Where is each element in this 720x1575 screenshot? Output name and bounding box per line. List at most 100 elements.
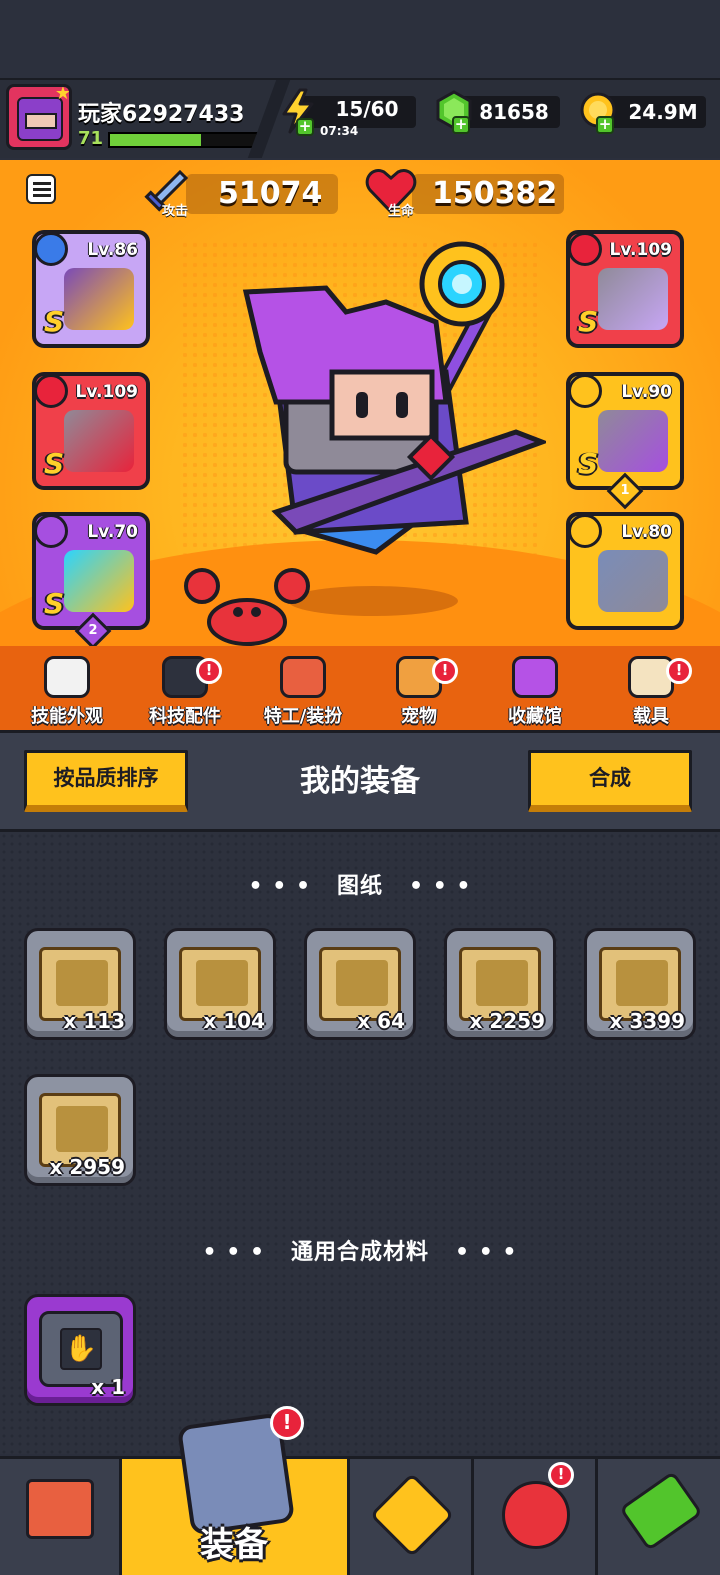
nav-label: 特工/装扮 xyxy=(263,706,343,727)
blueprint-card[interactable]: x 104 xyxy=(164,928,276,1040)
energy-add-icon[interactable]: + xyxy=(296,118,314,136)
hp-value: 150382 xyxy=(432,176,558,211)
gold-value: 24.9M xyxy=(628,100,698,124)
slot-grade: S xyxy=(578,447,599,480)
hp-label: 生命 xyxy=(388,204,415,219)
slot-level: Lv.109 xyxy=(609,240,672,260)
crab-pet[interactable] xyxy=(182,566,312,650)
gloves-star-count: 2 xyxy=(88,623,98,638)
gem-value: 81658 xyxy=(479,100,549,124)
vehicles-alert-badge: ! xyxy=(666,658,692,684)
materials-section-title: • • • 通用合成材料 • • • xyxy=(0,1234,720,1266)
avatar-star-icon: ★ xyxy=(54,84,71,104)
bottom-nav-equipment[interactable]: 装备 xyxy=(122,1412,350,1575)
slot-grade: S xyxy=(44,447,65,480)
menu-list-button[interactable] xyxy=(26,174,56,204)
nav-label: 技能外观 xyxy=(31,706,103,727)
necklace-type-icon xyxy=(36,376,68,408)
bottom-nav-battle[interactable] xyxy=(350,1459,474,1575)
slot-armor[interactable]: Lv.109 S xyxy=(566,230,684,348)
player-name: 玩家62927433 xyxy=(78,102,245,127)
nav-label: 收藏馆 xyxy=(508,706,562,727)
gold-add-icon[interactable]: + xyxy=(596,116,614,134)
armor-item-icon xyxy=(598,268,668,330)
soccer-hat-icon xyxy=(44,656,90,698)
blueprint-card[interactable]: x 3399 xyxy=(584,928,696,1040)
menu-line xyxy=(33,188,51,191)
shop-icon xyxy=(26,1479,94,1539)
player-level: 71 xyxy=(78,128,104,149)
blueprint-card[interactable]: x 2259 xyxy=(444,928,556,1040)
blueprint-qty: x 3399 xyxy=(609,1009,685,1033)
nav-collection[interactable]: 收藏馆 xyxy=(480,656,590,727)
slot-grade: S xyxy=(44,305,65,338)
nav-tech-parts[interactable]: 科技配件 xyxy=(130,656,240,727)
nav-label: 宠物 xyxy=(401,706,437,727)
equipment-alert-badge: ! xyxy=(270,1406,304,1440)
bottom-nav-talents[interactable] xyxy=(474,1459,598,1575)
slot-gloves[interactable]: Lv.70 S xyxy=(32,512,150,630)
my-equipment-title: 我的装备 xyxy=(300,764,420,799)
attack-value: 51074 xyxy=(218,176,323,211)
nav-label: 载具 xyxy=(633,706,669,727)
bottom-nav-shop[interactable] xyxy=(0,1459,122,1575)
hero-character[interactable] xyxy=(236,232,546,572)
slot-boots[interactable]: Lv.80 xyxy=(566,512,684,630)
nav-label: 科技配件 xyxy=(149,706,221,727)
sort-by-quality-button[interactable]: 按品质排序 xyxy=(24,750,188,812)
hero-shadow xyxy=(288,586,458,616)
material-card[interactable]: ✋ x 1 xyxy=(24,1294,136,1406)
energy-value: 15/60 xyxy=(335,97,399,121)
dots-right: • • • xyxy=(429,1240,518,1265)
blueprint-qty: x 113 xyxy=(63,1009,125,1033)
dots-left: • • • xyxy=(248,874,337,899)
pets-alert-badge: ! xyxy=(432,658,458,684)
slot-level: Lv.90 xyxy=(621,382,672,402)
system-status-strip xyxy=(0,0,720,78)
belt-star-count: 1 xyxy=(620,483,630,498)
slot-weapon[interactable]: Lv.86 S xyxy=(32,230,150,348)
blueprints-section-title: • • • 图纸 • • • xyxy=(0,868,720,900)
slot-grade: S xyxy=(578,305,599,338)
slot-necklace[interactable]: Lv.109 S xyxy=(32,372,150,490)
blueprint-card[interactable]: x 64 xyxy=(304,928,416,1040)
staff-item-icon xyxy=(64,268,134,330)
nav-agent-outfit[interactable]: 特工/装扮 xyxy=(248,656,358,727)
menu-line xyxy=(33,194,51,197)
treasure-chest-icon xyxy=(512,656,558,698)
belt-type-icon xyxy=(570,376,602,408)
blueprint-card[interactable]: x 2959 xyxy=(24,1074,136,1186)
armor-type-icon xyxy=(570,234,602,266)
slot-level: Lv.80 xyxy=(621,522,672,542)
player-avatar[interactable]: ★ xyxy=(6,84,72,150)
material-qty: x 1 xyxy=(91,1375,125,1399)
materials-title: 通用合成材料 xyxy=(290,1240,429,1265)
battle-star-icon xyxy=(369,1472,455,1558)
bottom-nav-equipment-label: 装备 xyxy=(200,1525,268,1565)
merge-button[interactable]: 合成 xyxy=(528,750,692,812)
blueprints-title: 图纸 xyxy=(336,874,383,899)
gauntlet-item-icon xyxy=(64,550,134,612)
blueprint-qty: x 104 xyxy=(203,1009,265,1033)
belt-item-icon xyxy=(598,410,668,472)
slot-level: Lv.86 xyxy=(87,240,138,260)
nav-skill-skins[interactable]: 技能外观 xyxy=(12,656,122,727)
bottom-nav-evolution[interactable] xyxy=(598,1459,720,1575)
weapon-type-icon xyxy=(36,234,68,266)
blueprint-card[interactable]: x 113 xyxy=(24,928,136,1040)
gem-add-icon[interactable]: + xyxy=(452,116,470,134)
xp-bar-fill xyxy=(110,134,201,146)
glove-type-icon xyxy=(36,516,68,548)
slot-level: Lv.109 xyxy=(75,382,138,402)
blueprint-qty: x 64 xyxy=(357,1009,405,1033)
slot-level: Lv.70 xyxy=(87,522,138,542)
blueprint-qty: x 2959 xyxy=(49,1155,125,1179)
talent-orb-icon xyxy=(502,1481,570,1549)
attack-stat: 51074 xyxy=(186,174,338,214)
energy-timer: 07:34 xyxy=(320,124,359,138)
tech-alert-badge: ! xyxy=(196,658,222,684)
boot-type-icon xyxy=(570,516,602,548)
blueprint-qty: x 2259 xyxy=(469,1009,545,1033)
dots-right: • • • xyxy=(383,874,472,899)
boot-item-icon xyxy=(598,550,668,612)
